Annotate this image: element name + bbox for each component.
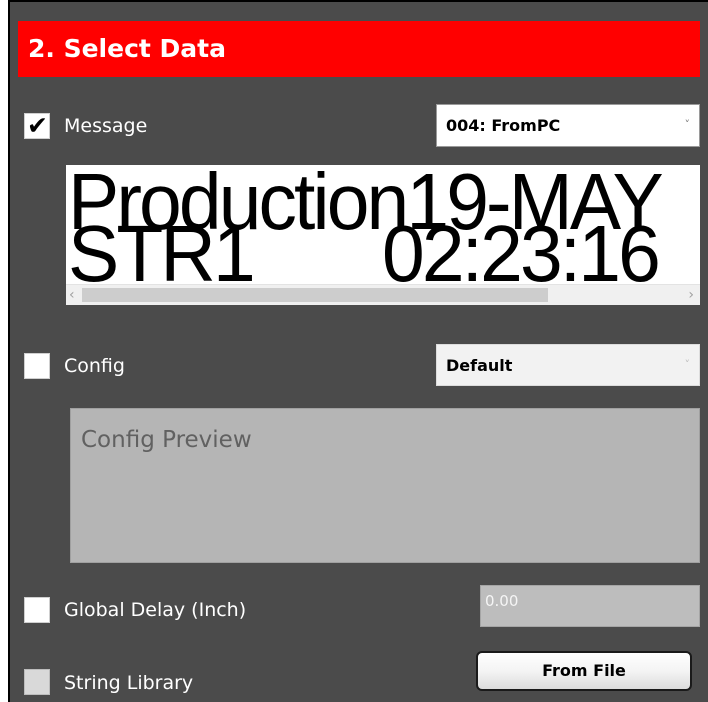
config-preview-text: Config Preview (81, 427, 252, 453)
scroll-left-icon[interactable]: ‹ (69, 285, 75, 305)
checkmark-icon: ✔ (27, 111, 48, 140)
string-library-label: String Library (64, 672, 194, 694)
global-delay-value: 0.00 (485, 592, 519, 610)
config-checkbox[interactable] (24, 353, 50, 379)
section-header: 2. Select Data (18, 21, 700, 77)
config-label: Config (64, 355, 125, 377)
preview-line-2: STR1 02:23:16 (68, 209, 661, 298)
config-dropdown[interactable]: Default ˅ (436, 344, 700, 386)
message-dropdown-value: 004: FromPC (446, 116, 561, 135)
from-file-button[interactable]: From File (476, 651, 692, 691)
message-checkbox[interactable]: ✔ (24, 111, 50, 140)
message-preview: Production19-MAY STR1 02:23:16 ‹ › (66, 165, 700, 305)
global-delay-checkbox[interactable] (24, 597, 50, 623)
config-dropdown-value: Default (446, 356, 513, 375)
string-library-checkbox[interactable] (24, 669, 50, 695)
message-label: Message (64, 115, 148, 137)
config-preview-box: Config Preview (70, 408, 700, 563)
global-delay-input[interactable]: 0.00 (480, 585, 700, 627)
scrollbar-thumb[interactable] (82, 288, 548, 302)
scroll-right-icon[interactable]: › (688, 285, 694, 305)
section-title: 2. Select Data (28, 34, 226, 63)
chevron-down-icon: ˅ (684, 358, 691, 371)
message-dropdown[interactable]: 004: FromPC ˅ (436, 104, 700, 147)
horizontal-scrollbar[interactable]: ‹ › (66, 284, 700, 305)
global-delay-label: Global Delay (Inch) (64, 599, 247, 621)
chevron-down-icon: ˅ (684, 118, 691, 131)
